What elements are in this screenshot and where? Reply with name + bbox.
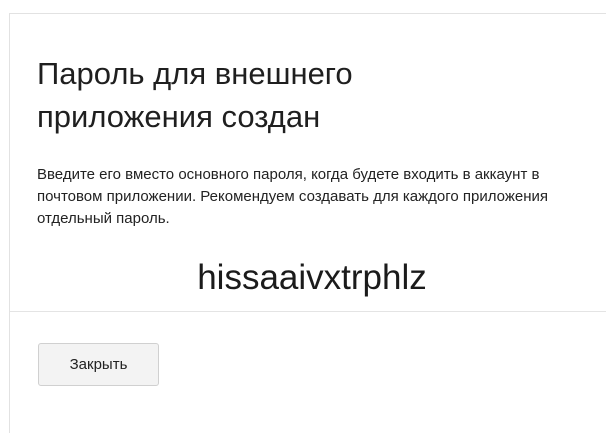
app-password-dialog: Пароль для внешнего приложения создан Вв…	[9, 13, 606, 433]
generated-password[interactable]: hissaaivxtrphlz	[10, 256, 606, 300]
footer-divider	[10, 311, 606, 312]
dialog-description: Введите его вместо основного пароля, ког…	[37, 166, 548, 227]
dialog-title: Пароль для внешнего приложения создан	[37, 56, 353, 134]
close-button[interactable]: Закрыть	[38, 343, 159, 386]
